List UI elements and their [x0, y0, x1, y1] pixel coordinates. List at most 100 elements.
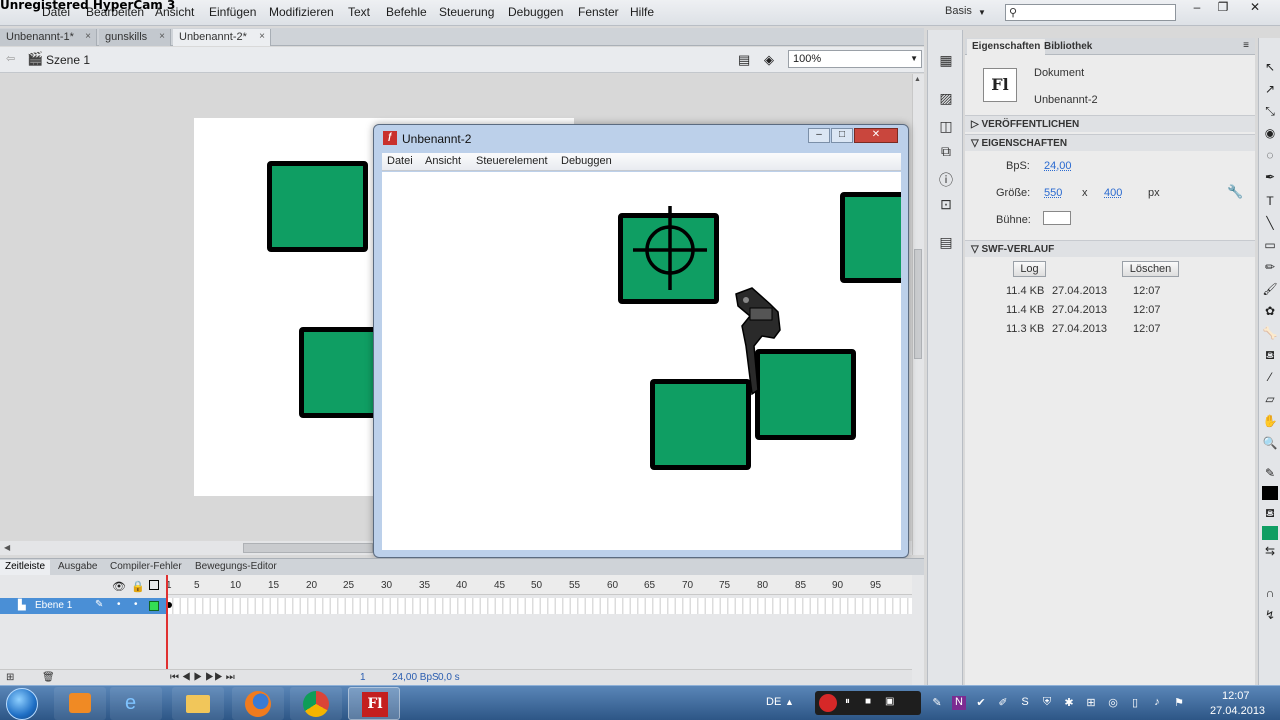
new-layer-icon[interactable]: ⊞	[6, 672, 14, 683]
green-square-target[interactable]	[618, 206, 719, 304]
text-tool-icon[interactable]: T	[1262, 194, 1278, 210]
maximize-button[interactable]: □	[831, 128, 853, 143]
green-square-shape[interactable]	[267, 161, 368, 252]
swf-menu-steuerelement[interactable]: Steuerelement	[476, 155, 548, 167]
clock-date[interactable]: 27.04.2013	[1210, 705, 1265, 717]
taskbar-internet-explorer[interactable]: e	[110, 687, 162, 720]
eye-icon[interactable]: 👁	[112, 580, 126, 593]
align-panel-icon[interactable]: ▦	[936, 52, 956, 70]
swf-menu-ansicht[interactable]: Ansicht	[425, 155, 461, 167]
menu-modifizieren[interactable]: Modifizieren	[269, 5, 334, 19]
scrollbar-thumb[interactable]	[243, 543, 373, 553]
tab-bewegungs-editor[interactable]: Bewegungs-Editor	[190, 560, 282, 575]
info-icon[interactable]: ⓘ	[936, 170, 956, 188]
layer-color-swatch[interactable]	[149, 601, 159, 611]
zoom-select[interactable]: 100% ▼	[788, 50, 922, 68]
line-tool-icon[interactable]: ╲	[1262, 216, 1278, 232]
section-swf-history[interactable]: ▽ SWF-VERLAUF	[965, 240, 1255, 257]
rectangle-tool-icon[interactable]: ▭	[1262, 238, 1278, 254]
taskbar-media-player[interactable]	[54, 687, 106, 720]
transform-tool-icon[interactable]: ⤡	[1262, 104, 1278, 120]
clock-time[interactable]: 12:07	[1222, 690, 1250, 702]
pause-icon[interactable]: ⏸	[845, 696, 850, 707]
layer-name[interactable]: Ebene 1	[35, 600, 72, 611]
height-value[interactable]: 400	[1104, 187, 1122, 199]
language-indicator[interactable]: DE	[766, 696, 781, 708]
taskbar-firefox[interactable]	[232, 687, 284, 720]
menu-fenster[interactable]: Fenster	[578, 5, 619, 19]
eraser-tool-icon[interactable]: ▱	[1262, 392, 1278, 408]
taskbar-chrome[interactable]	[290, 687, 342, 720]
help-search-input[interactable]: ⚲	[1005, 4, 1176, 21]
paint-tray-icon[interactable]: ✐	[996, 696, 1010, 710]
frames-row[interactable]	[166, 598, 912, 614]
log-button[interactable]: Log	[1013, 261, 1046, 277]
vertical-scrollbar[interactable]: ▲	[912, 74, 924, 555]
tab-compiler-fehler[interactable]: Compiler-Fehler	[105, 560, 187, 575]
panel-menu-icon[interactable]: ≡	[1243, 40, 1249, 51]
swf-preview-window[interactable]: ƒ Unbenannt-2 – □ ✕ Datei Ansicht Steuer…	[373, 124, 909, 558]
green-square-shape[interactable]	[840, 192, 901, 283]
close-button[interactable]: ✕	[1244, 0, 1266, 16]
smooth-icon[interactable]: ↯	[1262, 608, 1278, 624]
hand-tool-icon[interactable]: ✋	[1262, 414, 1278, 430]
close-button[interactable]: ✕	[854, 128, 898, 143]
scrollbar-thumb[interactable]	[914, 249, 922, 359]
menu-einfuegen[interactable]: Einfügen	[209, 5, 256, 19]
snap-magnet-icon[interactable]: ∩	[1262, 586, 1278, 602]
deco-tool-icon[interactable]: ✿	[1262, 304, 1278, 320]
scroll-left-icon[interactable]: ◀	[4, 543, 10, 552]
clear-button[interactable]: Löschen	[1122, 261, 1179, 277]
menu-steuerung[interactable]: Steuerung	[439, 5, 494, 19]
frame-ruler[interactable]: 1 5 10 15 20 25 30 35 40 45 50 55 60 65 …	[166, 575, 912, 595]
camera-icon[interactable]: ▣	[885, 696, 894, 707]
menu-debuggen[interactable]: Debuggen	[508, 5, 563, 19]
fill-color-icon[interactable]: ⛾	[1262, 506, 1278, 522]
doc-tab-gunskills[interactable]: gunskills ×	[99, 29, 171, 46]
menu-befehle[interactable]: Befehle	[386, 5, 427, 19]
menu-text[interactable]: Text	[348, 5, 370, 19]
color-panel-icon[interactable]: ▨	[936, 90, 956, 108]
record-icon[interactable]	[819, 694, 837, 712]
onenote-tray-icon[interactable]: N	[952, 696, 966, 710]
section-properties[interactable]: ▽ EIGENSCHAFTEN	[965, 134, 1255, 151]
pencil-tool-icon[interactable]: ✏	[1262, 260, 1278, 276]
swf-content-area[interactable]	[382, 172, 901, 550]
wrench-icon[interactable]: 🔧	[1227, 184, 1243, 200]
scroll-up-icon[interactable]: ▲	[914, 76, 921, 83]
lock-icon[interactable]: 🔒	[131, 580, 145, 593]
battery-tray-icon[interactable]: ▯	[1128, 696, 1142, 710]
components-panel-icon[interactable]: ⧉	[936, 143, 956, 161]
tab-eigenschaften[interactable]: Eigenschaften	[967, 39, 1046, 55]
doc-tab-unbenannt-2[interactable]: Unbenannt-2* ×	[173, 29, 271, 46]
menu-hilfe[interactable]: Hilfe	[630, 5, 654, 19]
network-tray-icon[interactable]: ⊞	[1084, 696, 1098, 710]
paint-bucket-tool-icon[interactable]: ⛾	[1262, 348, 1278, 364]
close-icon[interactable]: ×	[159, 31, 165, 42]
fill-color-swatch[interactable]	[1262, 526, 1278, 540]
pen-tool-icon[interactable]: ✒	[1262, 170, 1278, 186]
edit-symbols-icon[interactable]: ◈	[764, 52, 774, 68]
swap-colors-icon[interactable]: ⇆	[1262, 544, 1278, 560]
3d-rotation-tool-icon[interactable]: ◉	[1262, 126, 1278, 142]
stop-icon[interactable]: ■	[865, 696, 871, 707]
visibility-dot[interactable]: •	[117, 599, 121, 610]
playback-controls[interactable]: ⏮ ◀ ▶ ▶▶ ⏭	[170, 672, 235, 683]
doc-tab-unbenannt-1[interactable]: Unbenannt-1* ×	[0, 29, 97, 46]
maximize-button[interactable]: ❐	[1212, 0, 1234, 16]
eyedropper-tool-icon[interactable]: ⁄	[1262, 370, 1278, 386]
transform-panel-icon[interactable]: ⊡	[936, 196, 956, 214]
flag-tray-icon[interactable]: ⚑	[1172, 696, 1186, 710]
chevron-down-icon[interactable]: ▼	[978, 8, 986, 17]
motion-presets-icon[interactable]: ▤	[936, 234, 956, 252]
swf-menu-debuggen[interactable]: Debuggen	[561, 155, 612, 167]
lasso-tool-icon[interactable]: ◌	[1262, 148, 1278, 164]
start-button[interactable]	[6, 688, 38, 720]
outline-icon[interactable]	[149, 580, 159, 590]
volume-tray-icon[interactable]: ♪	[1150, 696, 1164, 710]
subselection-tool-icon[interactable]: ↗	[1262, 82, 1278, 98]
stroke-color-icon[interactable]: ✎	[1262, 466, 1278, 482]
recorder-controls[interactable]: ⏸ ■ ▣	[815, 691, 921, 715]
lock-dot[interactable]: •	[134, 599, 138, 610]
minimize-button[interactable]: –	[1186, 0, 1208, 16]
